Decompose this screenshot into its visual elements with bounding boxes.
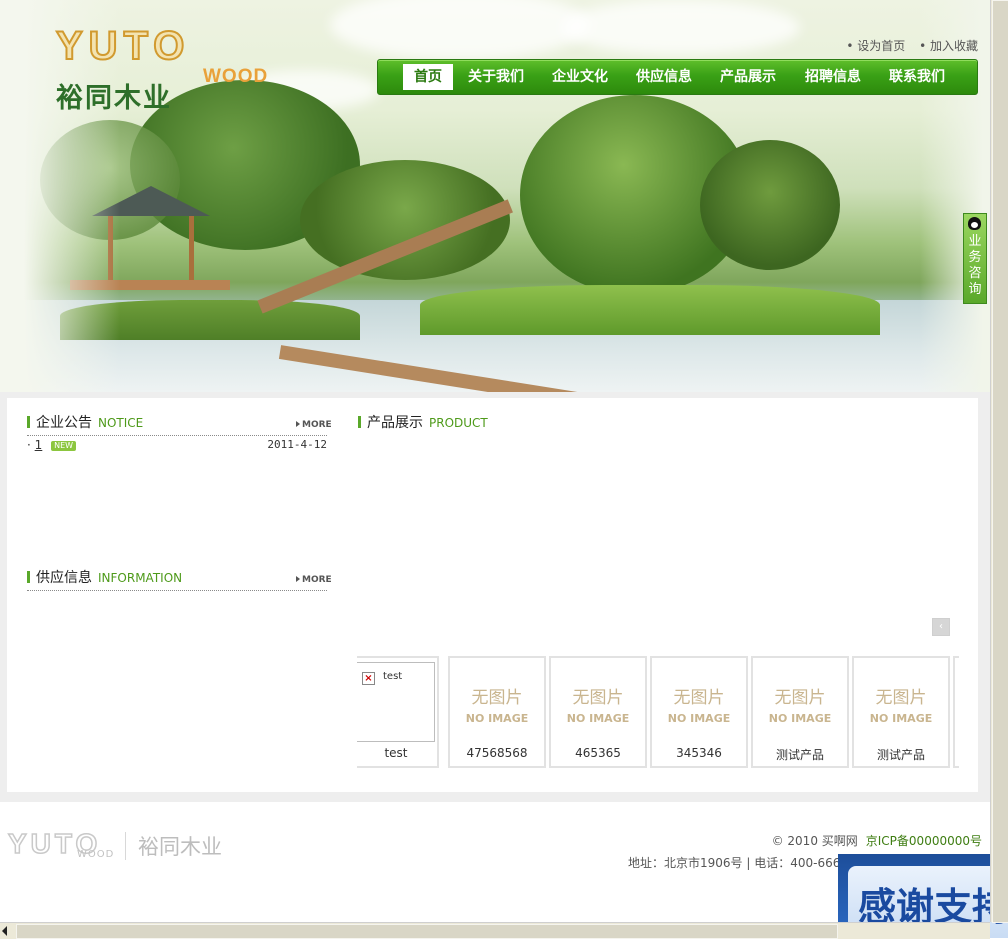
icp-link[interactable]: 京ICP备00000000号 (866, 834, 982, 848)
banner-tree (700, 140, 840, 270)
placeholder-cn: 无图片 (673, 688, 725, 708)
supply-more-link[interactable]: MORE (296, 575, 332, 585)
logo-english[interactable]: YUTO (55, 25, 190, 67)
supply-title-en: INFORMATION (98, 571, 183, 585)
notice-title-en: NOTICE (98, 416, 144, 430)
nav-item-about[interactable]: 关于我们 (462, 64, 530, 90)
qq-consult-widget[interactable]: 业务咨询 (963, 213, 987, 304)
product-scroll-left-button[interactable]: ‹ (932, 618, 950, 636)
top-links: • 设为首页 • 加入收藏 (836, 37, 978, 54)
footer-copyright: © 2010 买啊网 京ICP备00000000号 (772, 832, 982, 849)
nav-item-products[interactable]: 产品展示 (714, 64, 782, 90)
notice-more-link[interactable]: MORE (296, 420, 332, 430)
nav-item-home[interactable]: 首页 (403, 64, 453, 90)
scroll-left-arrow-icon[interactable] (2, 926, 7, 936)
banner-cloud (330, 0, 590, 60)
main-nav: 首页 关于我们 企业文化 供应信息 产品展示 招聘信息 联系我们 (377, 59, 978, 95)
footer-address: 地址：北京市1906号 | 电话：400-666 (628, 856, 841, 870)
title-bar-icon (27, 416, 30, 428)
title-bar-icon (358, 416, 361, 428)
placeholder-cn: 无图片 (875, 688, 927, 708)
product-caption[interactable]: test (357, 746, 435, 760)
supply-title-cn: 供应信息 (36, 570, 92, 586)
banner-reeds (420, 285, 880, 335)
placeholder-en: NO IMAGE (667, 712, 731, 725)
supply-title: 供应信息 INFORMATION (27, 568, 182, 588)
copyright-text: © 2010 买啊网 (771, 834, 858, 848)
product-caption[interactable]: 测试产品 (753, 746, 847, 763)
new-badge: NEW (51, 441, 77, 451)
notice-title-cn: 企业公告 (36, 415, 92, 431)
product-card[interactable]: 无图片 NO IMAGE 345346 (650, 656, 748, 768)
no-image-placeholder: 无图片 NO IMAGE (450, 658, 544, 740)
no-image-placeholder: 无图片 NO IMAGE (551, 658, 645, 740)
nav-item-culture[interactable]: 企业文化 (546, 64, 614, 90)
qq-penguin-icon (968, 217, 981, 230)
product-caption[interactable]: 345346 (652, 746, 746, 760)
horizontal-scrollbar[interactable] (0, 922, 990, 939)
supply-divider (27, 590, 327, 591)
image-alt-text: test (383, 671, 403, 682)
products-title: 产品展示 PRODUCT (358, 413, 488, 433)
product-card[interactable]: × test test (357, 656, 439, 768)
footer-logo-chinese: 裕同木业 (138, 835, 222, 859)
notice-list-item: · 1 NEW 2011-4-12 (27, 438, 327, 452)
add-favorite-link[interactable]: • 加入收藏 (919, 39, 978, 53)
product-card[interactable]: 无图片 NO IMAGE 47568568 (448, 656, 546, 768)
placeholder-en: NO IMAGE (768, 712, 832, 725)
qq-consult-label: 业务咨询 (968, 234, 982, 297)
no-image-placeholder: 无图片 NO IMAGE (854, 658, 948, 740)
product-caption[interactable]: 47568568 (450, 746, 544, 760)
vertical-scrollbar-thumb[interactable] (992, 0, 1008, 923)
footer-logo-wood: WOOD (77, 849, 115, 860)
product-card[interactable]: 无图片 NO IMAGE 测试产品 (852, 656, 950, 768)
notice-title: 企业公告 NOTICE (27, 413, 143, 433)
footer-logo-divider (125, 832, 126, 860)
logo-wood: WOOD (203, 66, 269, 87)
product-caption[interactable]: 465365 (551, 746, 645, 760)
horizontal-scrollbar-thumb[interactable] (16, 924, 838, 939)
product-card[interactable]: 无图片 NO IMAGE 测试产品 (751, 656, 849, 768)
products-title-cn: 产品展示 (367, 415, 423, 431)
placeholder-en: NO IMAGE (566, 712, 630, 725)
nav-item-supply[interactable]: 供应信息 (630, 64, 698, 90)
notice-divider (27, 435, 327, 436)
notice-bullet: · (27, 438, 31, 452)
product-card[interactable]: 无图片 NO IMAGE 465365 (549, 656, 647, 768)
placeholder-en: NO IMAGE (465, 712, 529, 725)
notice-link[interactable]: 1 (35, 438, 43, 452)
products-title-en: PRODUCT (429, 416, 488, 430)
product-caption[interactable]: 测试产品 (854, 746, 948, 763)
notice-date: 2011-4-12 (267, 438, 327, 451)
placeholder-en: NO IMAGE (869, 712, 933, 725)
set-homepage-link[interactable]: • 设为首页 (846, 39, 905, 53)
no-image-placeholder: 无图片 NO IMAGE (753, 658, 847, 740)
product-carousel: × test test 无图片 NO IMAGE 47568568 无图片 NO… (357, 656, 959, 768)
no-image-placeholder: 无图片 NO IMAGE (652, 658, 746, 740)
product-image: × test (357, 662, 435, 742)
nav-item-jobs[interactable]: 招聘信息 (799, 64, 867, 90)
placeholder-cn: 无图片 (774, 688, 826, 708)
logo-chinese[interactable]: 裕同木业 (56, 76, 172, 115)
broken-image-icon: × (362, 672, 375, 685)
vertical-scrollbar[interactable] (990, 0, 1008, 923)
nav-item-contact[interactable]: 联系我们 (883, 64, 951, 90)
product-card-partial[interactable] (953, 656, 959, 768)
pavilion-body (108, 216, 194, 284)
banner-cloud (560, 0, 800, 55)
placeholder-cn: 无图片 (471, 688, 523, 708)
placeholder-cn: 无图片 (572, 688, 624, 708)
title-bar-icon (27, 571, 30, 583)
